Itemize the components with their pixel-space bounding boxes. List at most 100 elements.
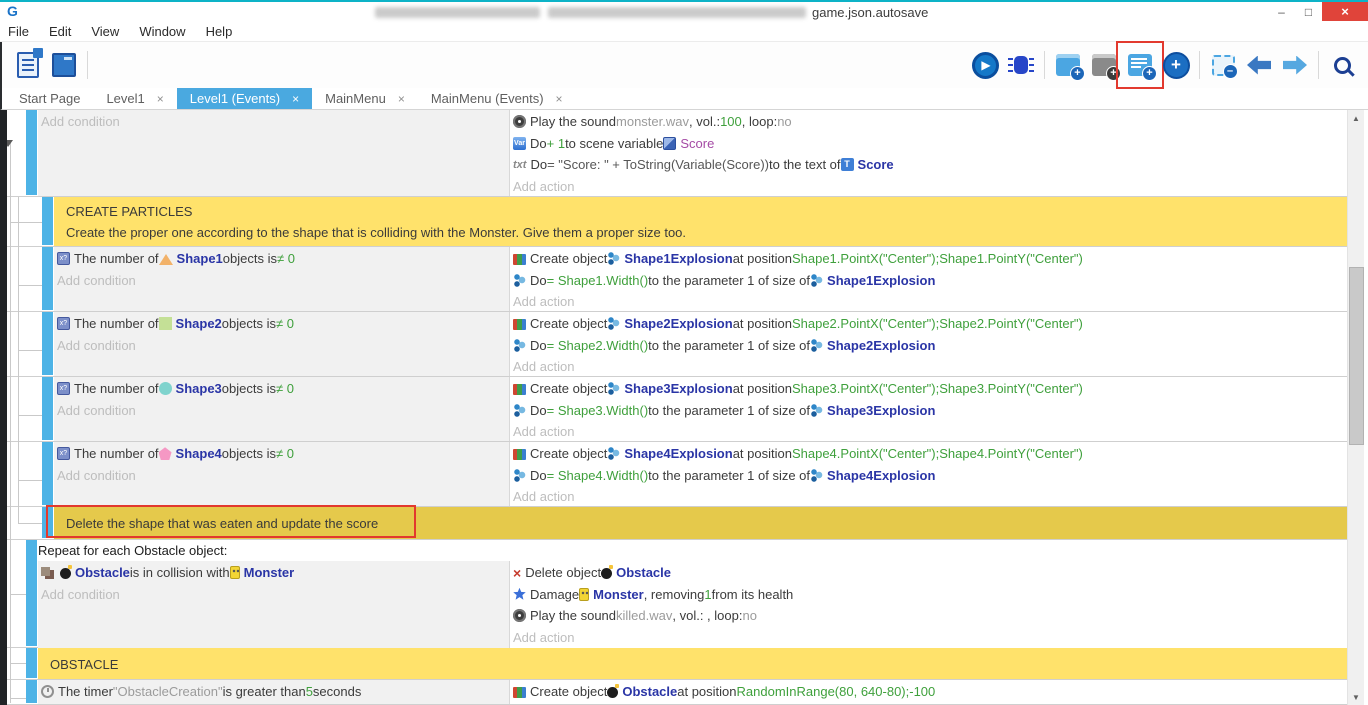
- scene-editor-icon: [52, 53, 76, 77]
- add-event-button[interactable]: +: [1051, 48, 1085, 82]
- scene-editor-button[interactable]: [47, 48, 81, 82]
- event-line: Create object Shape4Explosion at positio…: [513, 443, 1347, 465]
- tab-mainmenu[interactable]: MainMenu×: [312, 88, 418, 109]
- event-selection-bar: [42, 197, 53, 245]
- add-condition-button[interactable]: Add condition: [41, 114, 120, 129]
- project-manager-icon: [17, 52, 39, 78]
- text-segment: from its health: [712, 587, 794, 602]
- particles-icon: [607, 382, 620, 395]
- conditions-cell: Obstacle is in collision with MonsterAdd…: [38, 561, 510, 648]
- event-row[interactable]: Add condition Play the sound monster.wav,…: [0, 110, 1347, 197]
- tree-line: [10, 222, 42, 223]
- add-action-button[interactable]: Add action: [513, 294, 574, 309]
- vertical-scrollbar[interactable]: ▲ ▼: [1347, 110, 1364, 705]
- pentagon-icon: [159, 447, 172, 460]
- comment-block[interactable]: CREATE PARTICLESCreate the proper one ac…: [54, 197, 1347, 246]
- event-row[interactable]: x?The number of Shape3 objects is ≠ 0Add…: [0, 377, 1347, 442]
- event-line: Add action: [513, 176, 1347, 198]
- tab-start-page[interactable]: Start Page: [6, 88, 93, 109]
- event-row[interactable]: x?The number of Shape4 objects is ≠ 0Add…: [0, 442, 1347, 507]
- tab-label: Level1 (Events): [190, 91, 280, 106]
- comment-row[interactable]: CREATE PARTICLESCreate the proper one ac…: [0, 197, 1347, 247]
- add-event-icon: +: [1056, 54, 1080, 76]
- create-icon: [513, 319, 526, 330]
- scroll-down-icon[interactable]: ▼: [1348, 689, 1364, 705]
- add-condition-button[interactable]: Add condition: [41, 587, 120, 602]
- conditions-cell: Add condition: [38, 110, 510, 196]
- tab-label: MainMenu (Events): [431, 91, 544, 106]
- tree-line: [18, 197, 19, 523]
- add-subevent-icon: +: [1128, 54, 1152, 76]
- scroll-up-icon[interactable]: ▲: [1348, 110, 1364, 126]
- event-row[interactable]: The timer "ObstacleCreation" is greater …: [0, 680, 1347, 705]
- event-row[interactable]: x?The number of Shape1 objects is ≠ 0Add…: [0, 247, 1347, 312]
- menu-item-help[interactable]: Help: [206, 24, 233, 39]
- text-segment: = Shape4.Width(): [547, 468, 649, 483]
- menu-item-view[interactable]: View: [91, 24, 119, 39]
- text-segment: objects is: [223, 251, 277, 266]
- event-row[interactable]: x?The number of Shape2 objects is ≠ 0 Add…: [0, 312, 1347, 377]
- event-line: Do = Shape4.Width() to the parameter 1 o…: [513, 465, 1347, 487]
- add-condition-button[interactable]: Add condition: [57, 403, 136, 418]
- comment-block[interactable]: OBSTACLE: [38, 648, 1347, 679]
- add-condition-button[interactable]: Add condition: [57, 273, 136, 288]
- search-button[interactable]: [1325, 48, 1359, 82]
- add-action-button[interactable]: Add action: [513, 489, 574, 504]
- event-line: Do = Shape2.Width() to the parameter 1 o…: [513, 335, 1347, 357]
- text-segment: no: [777, 114, 791, 129]
- toolbar: ▶++++–: [0, 42, 1368, 88]
- tab-close-icon[interactable]: ×: [556, 92, 563, 106]
- text-segment: Do: [530, 468, 547, 483]
- add-action-button[interactable]: Add action: [513, 630, 574, 645]
- toolbar-separator: [1199, 51, 1200, 79]
- add-comment-button[interactable]: +: [1087, 48, 1121, 82]
- text-segment: monster.wav: [616, 114, 689, 129]
- text-segment: ≠ 0: [276, 381, 294, 396]
- add-subevent-button[interactable]: +: [1123, 48, 1157, 82]
- restore-button[interactable]: □: [1295, 2, 1322, 21]
- add-action-button[interactable]: Add action: [513, 359, 574, 374]
- events-sheet: Add condition Play the sound monster.wav,…: [0, 110, 1368, 705]
- tab-close-icon[interactable]: ×: [292, 92, 299, 106]
- text-segment: Delete object: [525, 565, 601, 580]
- tab-close-icon[interactable]: ×: [157, 92, 164, 106]
- actions-cell: Play the sound monster.wav, vol.: 100, l…: [510, 110, 1347, 196]
- add-instruction-button[interactable]: +: [1159, 48, 1193, 82]
- menu-item-window[interactable]: Window: [139, 24, 185, 39]
- scrollbar-thumb[interactable]: [1349, 267, 1364, 445]
- tab-mainmenu-events-[interactable]: MainMenu (Events) ×: [418, 88, 576, 109]
- text-segment: Score: [680, 136, 714, 151]
- tab-level1-events-[interactable]: Level1 (Events) ×: [177, 88, 312, 109]
- comment-row[interactable]: OBSTACLE: [0, 648, 1347, 680]
- menu-item-edit[interactable]: Edit: [49, 24, 71, 39]
- play-button[interactable]: ▶: [968, 48, 1002, 82]
- add-condition-button[interactable]: Add condition: [57, 338, 136, 353]
- text-segment: to the parameter 1 of size of: [648, 273, 810, 288]
- text-segment: Shape1Explosion: [624, 251, 732, 266]
- event-cells: Obstacle is in collision with MonsterAdd…: [38, 561, 1347, 648]
- close-button[interactable]: ×: [1322, 2, 1368, 21]
- event-line: x?The number of Shape2 objects is ≠ 0: [57, 313, 509, 335]
- undo-button[interactable]: [1242, 48, 1276, 82]
- add-action-button[interactable]: Add action: [513, 424, 574, 439]
- text-icon: txt: [513, 159, 526, 171]
- loop-event-row[interactable]: Repeat for each Obstacle object:Obstacle…: [0, 540, 1347, 648]
- redo-button[interactable]: [1278, 48, 1312, 82]
- add-condition-button[interactable]: Add condition: [57, 468, 136, 483]
- text-segment: at position: [733, 316, 792, 331]
- tab-close-icon[interactable]: ×: [398, 92, 405, 106]
- text-segment: Damage: [530, 587, 579, 602]
- debug-button[interactable]: [1004, 48, 1038, 82]
- add-action-button[interactable]: Add action: [513, 179, 574, 194]
- menu-item-file[interactable]: File: [8, 24, 29, 39]
- collision-icon: [41, 567, 50, 576]
- minimize-button[interactable]: –: [1268, 2, 1295, 21]
- text-segment: Shape4.PointX("Center");Shape4.PointY("C…: [792, 446, 1083, 461]
- particles-icon: [513, 469, 526, 482]
- project-manager-button[interactable]: [11, 48, 45, 82]
- tab-level1[interactable]: Level1×: [93, 88, 176, 109]
- text-segment: objects is: [222, 446, 276, 461]
- remove-event-button[interactable]: –: [1206, 48, 1240, 82]
- text-segment: Do: [530, 157, 547, 172]
- particles-icon: [513, 339, 526, 352]
